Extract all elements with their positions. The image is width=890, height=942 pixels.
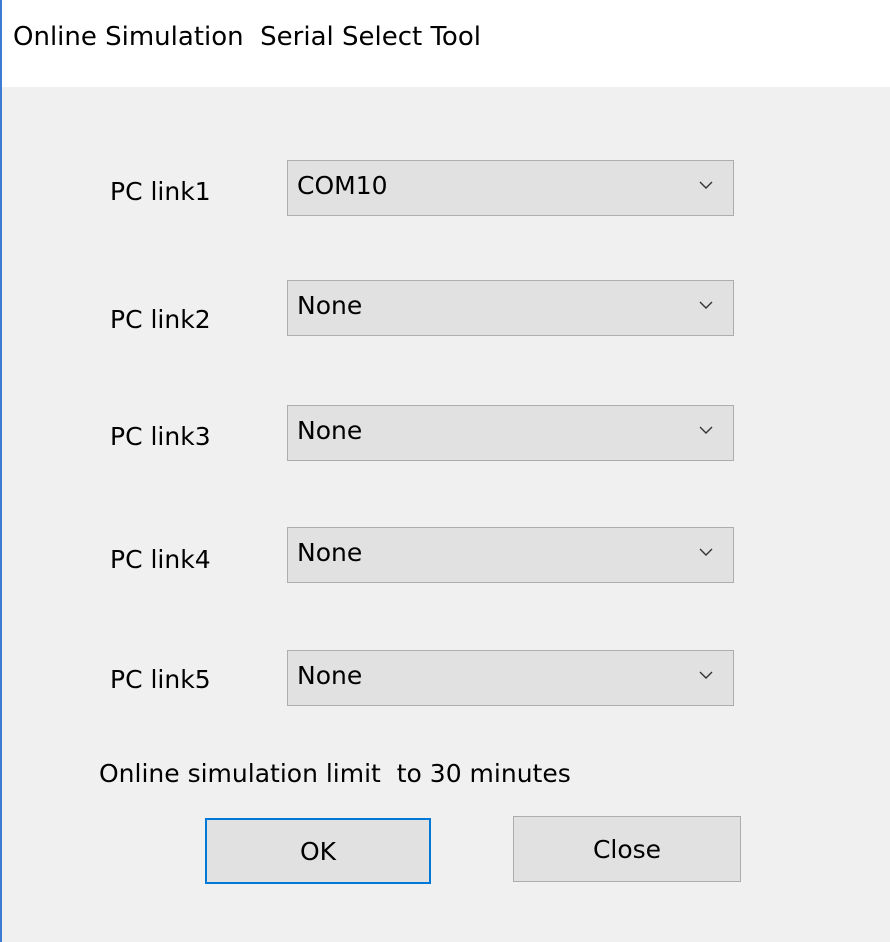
pc-link2-select[interactable]: None [287, 280, 734, 336]
pc-link1-select[interactable]: COM10 [287, 160, 734, 216]
pc-link1-label: PC link1 [110, 177, 211, 206]
pc-link3-select[interactable]: None [287, 405, 734, 461]
chevron-down-icon [699, 426, 713, 434]
ok-button[interactable]: OK [205, 818, 431, 884]
ok-button-label: OK [299, 836, 337, 866]
pc-link3-label: PC link3 [110, 422, 211, 451]
title-bar[interactable]: Online Simulation Serial Select Tool [2, 0, 890, 87]
pc-link4-label: PC link4 [110, 545, 211, 574]
dialog-window: Online Simulation Serial Select Tool PC … [0, 0, 890, 942]
pc-link3-value: None [297, 416, 363, 445]
pc-link1-value: COM10 [297, 171, 388, 200]
pc-link4-value: None [297, 538, 363, 567]
simulation-limit-note: Online simulation limit to 30 minutes [99, 759, 571, 788]
chevron-down-icon [699, 548, 713, 556]
pc-link5-value: None [297, 661, 363, 690]
chevron-down-icon [699, 181, 713, 189]
close-button-label: Close [592, 834, 662, 864]
pc-link5-select[interactable]: None [287, 650, 734, 706]
close-button[interactable]: Close [513, 816, 741, 882]
pc-link5-label: PC link5 [110, 665, 211, 694]
pc-link4-select[interactable]: None [287, 527, 734, 583]
pc-link2-value: None [297, 291, 363, 320]
chevron-down-icon [699, 301, 713, 309]
pc-link2-label: PC link2 [110, 305, 211, 334]
window-title: Online Simulation Serial Select Tool [13, 22, 481, 52]
chevron-down-icon [699, 671, 713, 679]
